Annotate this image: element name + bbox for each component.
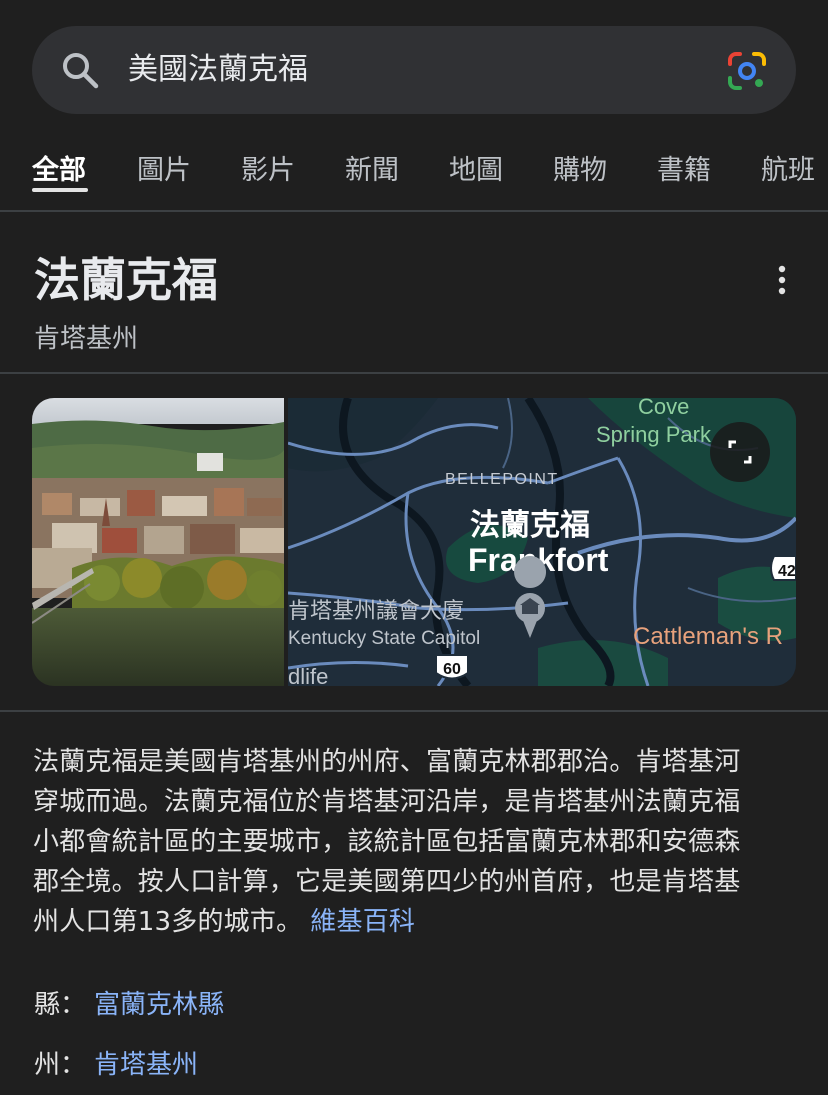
map-label-district: BELLEPOINT [445,471,559,488]
description-last-line: 州人口第13多的城市。 維基百科 [33,902,793,942]
description-line: 州人口第13多的城市。 [33,907,303,937]
active-tab-indicator [32,188,88,192]
map-label-capitol-zh: 肯塔基州議會大廈 [288,599,464,624]
map-label-park-2: Spring Park [596,422,712,447]
description-line: 郡全境。按人口計算，它是美國第四少的州首府，也是肯塔基 [33,867,741,897]
map-label-restaurant: Cattleman's R [633,623,783,650]
description-line: 小都會統計區的主要城市，該統計區包括富蘭克林郡和安德森 [33,827,741,857]
more-options-icon[interactable] [764,262,800,298]
route-shield-60: 60 [435,654,469,680]
tab-news[interactable]: 新聞 [345,148,399,187]
tab-books[interactable]: 書籍 [657,148,711,187]
search-icon[interactable] [60,50,100,90]
tab-maps[interactable]: 地圖 [449,148,503,187]
svg-text:42: 42 [778,563,796,580]
route-shield-421: 42 [770,555,796,581]
fact-state: 州： 肯塔基州 [34,1044,198,1081]
divider [0,372,828,374]
divider [0,710,828,712]
panel-media: Cove Spring Park BELLEPOINT 法蘭克福 Frankfo… [32,398,796,686]
map-label-park-1: Cove [638,398,689,419]
map-preview[interactable]: Cove Spring Park BELLEPOINT 法蘭克福 Frankfo… [288,398,796,686]
panel-title: 法蘭克福 [34,253,218,307]
tab-images[interactable]: 圖片 [137,148,191,187]
svg-text:60: 60 [443,661,461,678]
city-photo[interactable] [32,398,284,686]
fact-state-link[interactable]: 肯塔基州 [94,1050,198,1080]
tab-shopping[interactable]: 購物 [553,148,607,187]
map-label-capitol-en: Kentucky State Capitol [288,628,480,649]
description-line: 穿城而過。法蘭克福位於肯塔基河沿岸，是肯塔基州法蘭克福 [33,787,741,817]
google-lens-icon[interactable] [726,50,768,92]
search-bar[interactable]: 美國法蘭克福 [32,26,796,114]
fact-county: 縣： 富蘭克林縣 [34,984,224,1021]
panel-description: 法蘭克福是美國肯塔基州的州府、富蘭克林郡郡治。肯塔基河 穿城而過。法蘭克福位於肯… [33,742,793,942]
map-label-partial: dlife [288,664,328,686]
map-label-city-zh: 法蘭克福 [470,508,590,543]
fact-county-label: 縣： [34,990,87,1020]
panel-subtitle: 肯塔基州 [34,324,139,354]
tab-flights[interactable]: 航班 [761,148,815,187]
fact-state-label: 州： [34,1050,87,1080]
fact-county-link[interactable]: 富蘭克林縣 [94,990,224,1020]
tab-all[interactable]: 全部 [32,148,86,187]
search-input[interactable]: 美國法蘭克福 [128,48,308,92]
description-line: 法蘭克福是美國肯塔基州的州府、富蘭克林郡郡治。肯塔基河 [33,747,741,777]
divider [0,210,828,212]
tab-videos[interactable]: 影片 [241,148,295,187]
search-tabs: 全部 圖片 影片 新聞 地圖 購物 書籍 航班 [0,140,828,200]
wikipedia-link[interactable]: 維基百科 [310,907,415,937]
expand-map-button[interactable] [710,422,770,482]
